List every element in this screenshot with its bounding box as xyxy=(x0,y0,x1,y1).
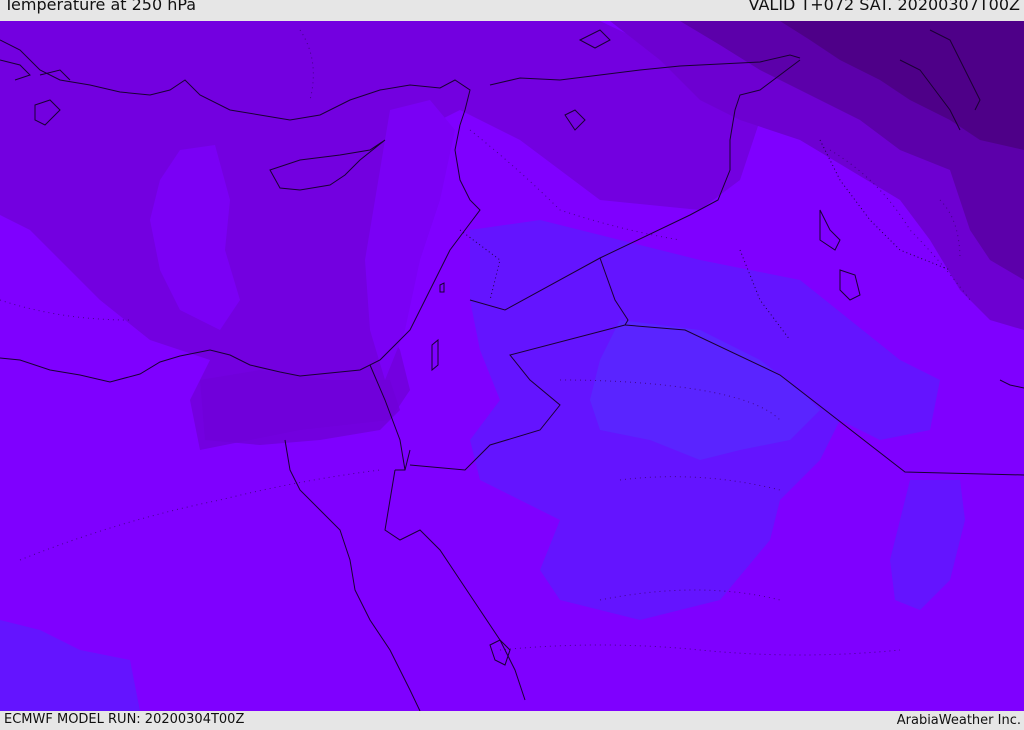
model-run-label: ECMWF MODEL RUN: 20200304T00Z xyxy=(4,712,245,727)
footer-bar: ECMWF MODEL RUN: 20200304T00Z ArabiaWeat… xyxy=(0,711,1024,729)
header-bar: Temperature at 250 hPa VALID T+072 SAT. … xyxy=(0,0,1024,21)
temperature-map[interactable] xyxy=(0,21,1024,711)
map-canvas xyxy=(0,21,1024,711)
credit-label: ArabiaWeather Inc. xyxy=(896,713,1021,728)
valid-time-label: VALID T+072 SAT. 20200307T00Z xyxy=(748,0,1020,14)
map-title: Temperature at 250 hPa xyxy=(4,0,197,14)
